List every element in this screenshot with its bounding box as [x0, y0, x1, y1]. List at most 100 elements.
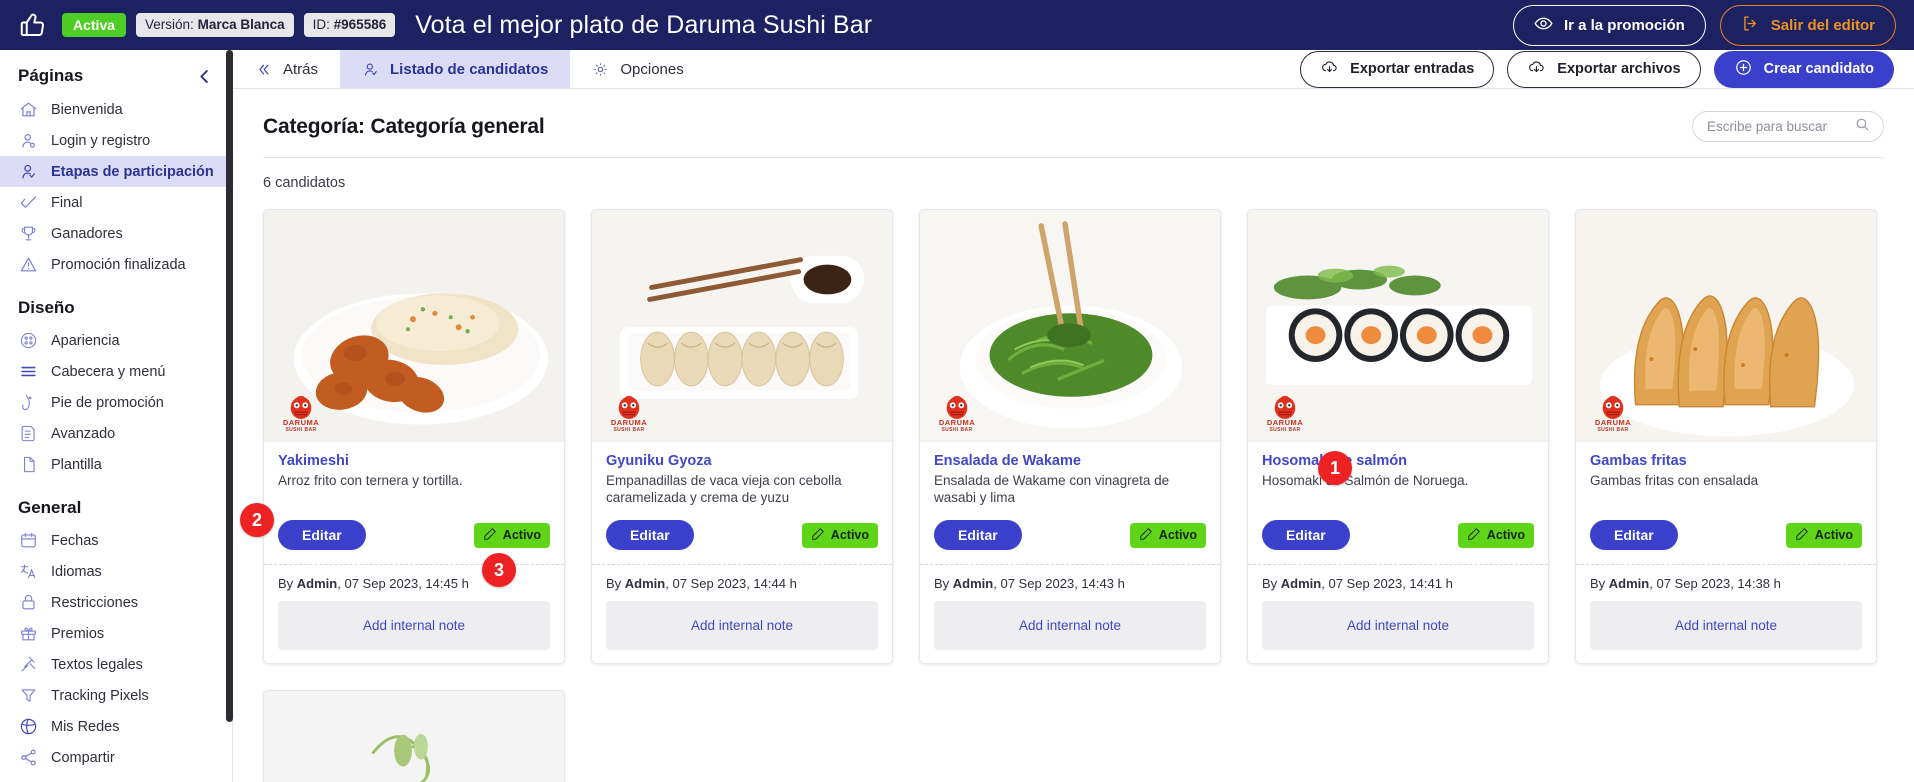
main-panel: Atrás Listado de candidatos Opciones Exp… [233, 50, 1914, 782]
status-badge[interactable]: Activo [473, 522, 550, 548]
sidebar-item-label: Plantilla [51, 456, 102, 473]
candidate-count: 6 candidatos [263, 175, 346, 191]
version-label: Versión: [145, 17, 194, 32]
watermark-name: DARUMA [282, 418, 320, 427]
sidebar-item-label: Cabecera y menú [51, 363, 166, 380]
candidate-card[interactable]: DARUMA SUSHI BAR Gambas fritas Gambas fr… [1575, 209, 1877, 664]
daruma-watermark: DARUMA SUSHI BAR [1262, 390, 1308, 434]
create-candidate-button[interactable]: Crear candidato [1713, 50, 1894, 88]
sidebar-item-fechas[interactable]: Fechas [0, 525, 232, 556]
daruma-watermark: DARUMA SUSHI BAR [934, 390, 980, 434]
add-internal-note-button[interactable]: Add internal note [606, 601, 878, 650]
edit-button[interactable]: Editar [1262, 520, 1350, 550]
sidebar-item-login-y-registro[interactable]: Login y registro [0, 125, 232, 156]
callout-marker-1: 1 [1318, 451, 1352, 485]
gavel-icon [18, 655, 38, 675]
candidate-date: , 07 Sep 2023, 14:41 h [1321, 576, 1453, 591]
status-badge[interactable]: Activo [801, 522, 878, 548]
author-prefix: By [1262, 576, 1278, 591]
candidate-actions: Editar Activo [934, 506, 1206, 564]
sidebar-item-textos-legales[interactable]: Textos legales [0, 649, 232, 680]
candidate-card[interactable]: DARUMA SUSHI BAR Hosomaki de salmón Hoso… [1247, 209, 1549, 664]
candidate-card[interactable]: DARUMA SUSHI BAR Gyuniku Gyoza Empanadil… [591, 209, 893, 664]
daruma-watermark: DARUMA SUSHI BAR [278, 390, 324, 434]
sidebar-item-label: Final [51, 194, 83, 211]
content-area: Categoría: Categoría general 6 candidato… [233, 89, 1914, 782]
sidebar-item-cabecera-y-menu[interactable]: Cabecera y menú [0, 356, 232, 387]
search-input[interactable] [1707, 119, 1854, 134]
candidate-image: DARUMA SUSHI BAR [592, 210, 892, 442]
tab-back[interactable]: Atrás [233, 50, 340, 88]
sidebar-item-premios[interactable]: Premios [0, 618, 232, 649]
sidebar-item-label: Tracking Pixels [51, 687, 149, 704]
edit-button[interactable]: Editar [278, 520, 366, 550]
author-name: Admin [624, 576, 666, 591]
divider [263, 157, 1884, 158]
add-internal-note-button[interactable]: Add internal note [1262, 601, 1534, 650]
candidate-description: Ensalada de Wakame con vinagreta de wasa… [934, 473, 1170, 505]
export-files-button[interactable]: Exportar archivos [1507, 50, 1701, 88]
sidebar-item-label: Pie de promoción [51, 394, 164, 411]
thumbs-up-icon [18, 10, 48, 40]
candidate-title[interactable]: Yakimeshi [278, 453, 550, 469]
sidebar-item-pie-de-promocion[interactable]: Pie de promoción [0, 387, 232, 418]
id-label: ID: [312, 17, 330, 32]
go-to-promotion-button[interactable]: Ir a la promoción [1512, 4, 1706, 46]
edit-button[interactable]: Editar [1590, 520, 1678, 550]
candidate-card[interactable]: DARUMA SUSHI BAR Yakimeshi Arroz frito c… [263, 209, 565, 664]
status-badge[interactable]: Activo [1129, 522, 1206, 548]
candidate-photo [264, 691, 564, 782]
candidate-meta: By Admin, 07 Sep 2023, 14:44 h [606, 576, 878, 591]
sidebar-item-promocion-finalizada[interactable]: Promoción finalizada [0, 249, 232, 280]
pencil-icon [811, 527, 825, 544]
sidebar-item-plantilla[interactable]: Plantilla [0, 449, 232, 480]
sidebar-item-apariencia[interactable]: Apariencia [0, 325, 232, 356]
sidebar-item-tracking-pixels[interactable]: Tracking Pixels [0, 680, 232, 711]
author-prefix: By [1590, 576, 1606, 591]
add-internal-note-button[interactable]: Add internal note [1590, 601, 1862, 650]
search-icon[interactable] [1854, 116, 1871, 138]
sidebar-item-bienvenida[interactable]: Bienvenida [0, 94, 232, 125]
sidebar-item-ganadores[interactable]: Ganadores [0, 218, 232, 249]
sidebar-item-avanzado[interactable]: Avanzado [0, 418, 232, 449]
watermark-sub: SUSHI BAR [1269, 427, 1301, 433]
export-entries-button[interactable]: Exportar entradas [1300, 50, 1495, 88]
status-badge[interactable]: Activo [1457, 522, 1534, 548]
sidebar-item-mis-redes[interactable]: Mis Redes [0, 711, 232, 742]
daruma-logo-icon [1602, 395, 1624, 419]
tab-opciones[interactable]: Opciones [570, 50, 705, 88]
watermark-sub: SUSHI BAR [613, 427, 645, 433]
candidate-card-partial[interactable]: DARUMA SUSHI BAR [263, 690, 565, 782]
candidate-card[interactable]: DARUMA SUSHI BAR Ensalada de Wakame Ensa… [919, 209, 1221, 664]
sidebar-item-idiomas[interactable]: Idiomas [0, 556, 232, 587]
collapse-sidebar-icon[interactable] [195, 67, 214, 86]
author-name: Admin [296, 576, 338, 591]
edit-button[interactable]: Editar [934, 520, 1022, 550]
sidebar-item-label: Restricciones [51, 594, 139, 611]
watermark-name: DARUMA [1266, 418, 1304, 427]
add-internal-note-button[interactable]: Add internal note [278, 601, 550, 650]
warning-icon [18, 255, 38, 275]
candidate-title[interactable]: Gambas fritas [1590, 453, 1862, 469]
candidate-image: DARUMA SUSHI BAR [264, 210, 564, 442]
sidebar-item-final[interactable]: Final [0, 187, 232, 218]
search-box[interactable] [1692, 111, 1884, 142]
status-badge[interactable]: Activo [1785, 522, 1862, 548]
tab-listado-de-candidatos[interactable]: Listado de candidatos [340, 50, 571, 88]
candidate-meta: By Admin, 07 Sep 2023, 14:38 h [1590, 576, 1862, 591]
create-candidate-label: Crear candidato [1763, 61, 1874, 77]
candidate-title[interactable]: Ensalada de Wakame [934, 453, 1206, 469]
sidebar-scrollbar[interactable] [226, 50, 233, 722]
daruma-watermark: DARUMA SUSHI BAR [606, 390, 652, 434]
candidate-title[interactable]: Hosomaki de salmón [1262, 453, 1534, 469]
edit-button[interactable]: Editar [606, 520, 694, 550]
sidebar-item-restricciones[interactable]: Restricciones [0, 587, 232, 618]
sidebar-item-etapas-de-participacion[interactable]: Etapas de participación [0, 156, 232, 187]
add-internal-note-button[interactable]: Add internal note [934, 601, 1206, 650]
sidebar-item-compartir[interactable]: Compartir [0, 742, 232, 773]
document-code-icon [18, 424, 38, 444]
sidebar-item-label: Bienvenida [51, 101, 123, 118]
sidebar-item-label: Compartir [51, 749, 115, 766]
candidate-title[interactable]: Gyuniku Gyoza [606, 453, 878, 469]
exit-editor-button[interactable]: Salir del editor [1719, 4, 1896, 46]
